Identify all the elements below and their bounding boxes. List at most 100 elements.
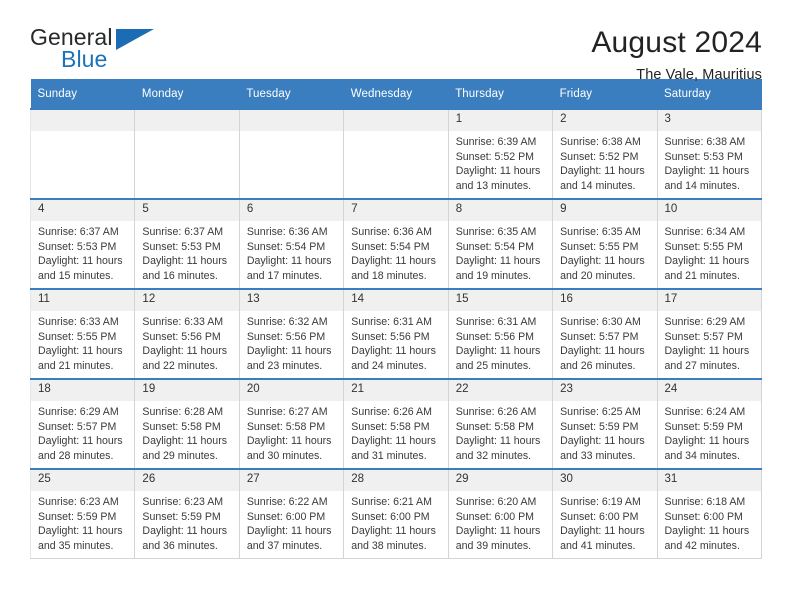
day-number: 4 [31, 200, 135, 221]
calendar-day-cell[interactable]: 22 Sunrise: 6:26 AM Sunset: 5:58 PM Dayligh… [448, 378, 554, 469]
day-details: Sunrise: 6:18 AM Sunset: 6:00 PM Daylight:… [658, 491, 761, 553]
calendar-day-cell[interactable]: 24 Sunrise: 6:24 AM Sunset: 5:59 PM Dayligh… [657, 378, 763, 469]
weekday-header-thursday: Thursday [448, 79, 553, 109]
calendar-week-row: 18 Sunrise: 6:29 AM Sunset: 5:57 PM Dayligh… [29, 378, 763, 469]
daylight-text-line2: and 17 minutes. [246, 269, 323, 282]
day-number: 5 [135, 200, 239, 221]
brand-logo[interactable]: General Blue [30, 26, 200, 74]
day-details: Sunrise: 6:33 AM Sunset: 5:56 PM Daylight:… [135, 311, 238, 373]
sunrise-text: Sunrise: 6:24 AM [664, 406, 746, 418]
day-number: 3 [657, 110, 761, 131]
calendar-day-cell-empty [134, 108, 240, 199]
day-number: 22 [448, 380, 553, 401]
day-number: 19 [135, 380, 239, 401]
calendar-day-cell[interactable]: 21 Sunrise: 6:26 AM Sunset: 5:58 PM Dayligh… [343, 378, 449, 469]
title-block: August 2024 The Vale, Mauritius [591, 26, 762, 83]
sunset-text: Sunset: 5:57 PM [38, 420, 117, 433]
calendar-day-cell[interactable]: 15 Sunrise: 6:31 AM Sunset: 5:56 PM Dayligh… [448, 288, 554, 379]
daylight-text-line1: Daylight: 11 hours [351, 255, 436, 268]
sunset-text: Sunset: 5:52 PM [455, 150, 535, 163]
daylight-text-line1: Daylight: 11 hours [38, 525, 123, 538]
calendar-day-cell[interactable]: 7 Sunrise: 6:36 AM Sunset: 5:54 PM Daylight… [343, 198, 449, 289]
weekday-header-tuesday: Tuesday [239, 79, 344, 109]
day-details: Sunrise: 6:38 AM Sunset: 5:52 PM Daylight:… [553, 131, 656, 193]
daylight-text-line1: Daylight: 11 hours [455, 525, 541, 538]
daylight-text-line1: Daylight: 11 hours [38, 345, 123, 358]
calendar-day-cell[interactable]: 8 Sunrise: 6:35 AM Sunset: 5:54 PM Daylight… [448, 198, 554, 289]
calendar-day-cell[interactable]: 18 Sunrise: 6:29 AM Sunset: 5:57 PM Dayligh… [29, 378, 136, 469]
sunset-text: Sunset: 6:00 PM [455, 510, 535, 523]
daylight-text-line1: Daylight: 11 hours [38, 255, 123, 268]
day-details: Sunrise: 6:35 AM Sunset: 5:54 PM Daylight:… [449, 221, 552, 283]
sunset-text: Sunset: 5:57 PM [664, 330, 743, 343]
calendar-day-cell[interactable]: 25 Sunrise: 6:23 AM Sunset: 5:59 PM Dayligh… [29, 468, 136, 559]
sunrise-text: Sunrise: 6:18 AM [664, 496, 746, 508]
calendar-day-cell[interactable]: 17 Sunrise: 6:29 AM Sunset: 5:57 PM Dayligh… [657, 288, 763, 379]
calendar-day-cell[interactable]: 16 Sunrise: 6:30 AM Sunset: 5:57 PM Dayligh… [552, 288, 658, 379]
day-number: 6 [239, 200, 344, 221]
daylight-text-line2: and 28 minutes. [38, 449, 114, 462]
daylight-text-line1: Daylight: 11 hours [455, 435, 541, 448]
sunset-text: Sunset: 6:00 PM [560, 510, 639, 523]
daylight-text-line2: and 38 minutes. [351, 539, 427, 552]
day-number: 15 [448, 290, 553, 311]
daylight-text-line1: Daylight: 11 hours [560, 525, 645, 538]
calendar-day-cell[interactable]: 5 Sunrise: 6:37 AM Sunset: 5:53 PM Daylight… [134, 198, 240, 289]
daylight-text-line2: and 18 minutes. [351, 269, 427, 282]
calendar-table: Sunday Monday Tuesday Wednesday Thursday Frid… [29, 79, 763, 559]
calendar-day-cell[interactable]: 31 Sunrise: 6:18 AM Sunset: 6:00 PM Dayligh… [657, 468, 763, 559]
day-number: 8 [448, 200, 553, 221]
calendar-day-cell[interactable]: 28 Sunrise: 6:21 AM Sunset: 6:00 PM Dayligh… [343, 468, 449, 559]
daylight-text-line1: Daylight: 11 hours [664, 525, 750, 538]
day-details: Sunrise: 6:30 AM Sunset: 5:57 PM Daylight:… [553, 311, 656, 373]
calendar-day-cell[interactable]: 20 Sunrise: 6:27 AM Sunset: 5:58 PM Dayligh… [239, 378, 345, 469]
daylight-text-line2: and 25 minutes. [455, 359, 532, 372]
day-details: Sunrise: 6:23 AM Sunset: 5:59 PM Daylight:… [31, 491, 134, 553]
sunset-text: Sunset: 5:53 PM [664, 150, 743, 163]
calendar-day-cell[interactable]: 23 Sunrise: 6:25 AM Sunset: 5:59 PM Dayligh… [552, 378, 658, 469]
calendar-day-cell[interactable]: 26 Sunrise: 6:23 AM Sunset: 5:59 PM Dayligh… [134, 468, 240, 559]
page-title: August 2024 [591, 26, 762, 59]
calendar-day-cell[interactable]: 6 Sunrise: 6:36 AM Sunset: 5:54 PM Daylight… [239, 198, 345, 289]
day-details: Sunrise: 6:29 AM Sunset: 5:57 PM Daylight:… [31, 401, 134, 463]
day-number: 27 [239, 470, 344, 491]
calendar-day-cell[interactable]: 10 Sunrise: 6:34 AM Sunset: 5:55 PM Dayligh… [657, 198, 763, 289]
calendar-day-cell[interactable]: 1 Sunrise: 6:39 AM Sunset: 5:52 PM Daylight… [448, 108, 554, 199]
sunrise-text: Sunrise: 6:29 AM [38, 406, 119, 418]
sunrise-text: Sunrise: 6:38 AM [560, 136, 641, 148]
sunset-text: Sunset: 5:59 PM [560, 420, 639, 433]
calendar-day-cell[interactable]: 4 Sunrise: 6:37 AM Sunset: 5:53 PM Daylight… [29, 198, 136, 289]
day-number: 1 [448, 110, 553, 131]
day-details: Sunrise: 6:28 AM Sunset: 5:58 PM Daylight:… [135, 401, 238, 463]
calendar-day-cell[interactable]: 27 Sunrise: 6:22 AM Sunset: 6:00 PM Dayligh… [239, 468, 345, 559]
calendar-day-cell[interactable]: 12 Sunrise: 6:33 AM Sunset: 5:56 PM Dayligh… [134, 288, 240, 379]
sunset-text: Sunset: 5:57 PM [560, 330, 639, 343]
calendar-day-cell[interactable]: 29 Sunrise: 6:20 AM Sunset: 6:00 PM Dayligh… [448, 468, 554, 559]
calendar-day-cell[interactable]: 13 Sunrise: 6:32 AM Sunset: 5:56 PM Dayligh… [239, 288, 345, 379]
calendar-day-cell[interactable]: 2 Sunrise: 6:38 AM Sunset: 5:52 PM Daylight… [552, 108, 658, 199]
daylight-text-line1: Daylight: 11 hours [351, 435, 436, 448]
day-number [31, 110, 135, 131]
day-number: 10 [657, 200, 761, 221]
sunrise-text: Sunrise: 6:37 AM [142, 226, 224, 238]
daylight-text-line1: Daylight: 11 hours [455, 345, 541, 358]
calendar-day-cell[interactable]: 3 Sunrise: 6:38 AM Sunset: 5:53 PM Daylight… [657, 108, 763, 199]
daylight-text-line1: Daylight: 11 hours [246, 345, 332, 358]
daylight-text-line2: and 21 minutes. [38, 359, 114, 372]
daylight-text-line2: and 41 minutes. [560, 539, 636, 552]
calendar-day-cell-empty [343, 108, 449, 199]
sunset-text: Sunset: 5:55 PM [664, 240, 743, 253]
daylight-text-line1: Daylight: 11 hours [664, 435, 750, 448]
calendar-page: General Blue August 2024 The Vale, Mauri… [0, 0, 792, 612]
calendar-day-cell[interactable]: 14 Sunrise: 6:31 AM Sunset: 5:56 PM Dayligh… [343, 288, 449, 379]
day-details: Sunrise: 6:25 AM Sunset: 5:59 PM Daylight:… [553, 401, 656, 463]
weekday-header-monday: Monday [134, 79, 240, 109]
calendar-day-cell[interactable]: 11 Sunrise: 6:33 AM Sunset: 5:55 PM Dayligh… [29, 288, 136, 379]
calendar-day-cell[interactable]: 9 Sunrise: 6:35 AM Sunset: 5:55 PM Daylight… [552, 198, 658, 289]
calendar-day-cell[interactable]: 30 Sunrise: 6:19 AM Sunset: 6:00 PM Dayligh… [552, 468, 658, 559]
sunset-text: Sunset: 5:52 PM [560, 150, 639, 163]
sunrise-text: Sunrise: 6:26 AM [351, 406, 432, 418]
day-number: 11 [31, 290, 135, 311]
day-details: Sunrise: 6:38 AM Sunset: 5:53 PM Daylight:… [658, 131, 761, 193]
calendar-day-cell[interactable]: 19 Sunrise: 6:28 AM Sunset: 5:58 PM Dayligh… [134, 378, 240, 469]
